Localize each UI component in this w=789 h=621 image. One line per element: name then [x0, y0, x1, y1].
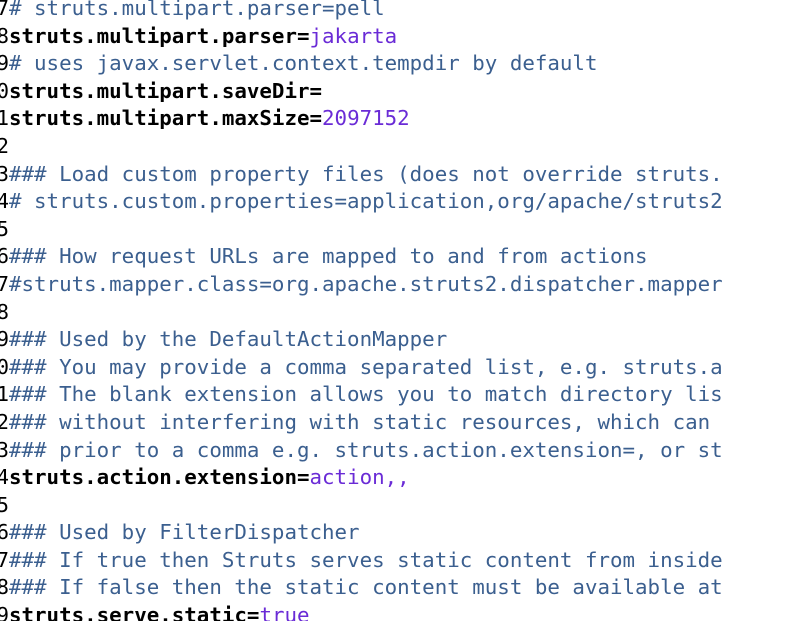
line-number: 2	[0, 409, 9, 434]
code-line[interactable]: 6 ### How request URLs are mapped to and …	[0, 243, 723, 271]
property-key: struts.serve.static	[9, 603, 247, 621]
line-content: struts.multipart.maxSize=2097152	[9, 105, 410, 133]
line-number: 3	[0, 437, 9, 462]
line-number: 9	[0, 603, 9, 621]
code-lines: 7 # struts.multipart.parser=pell 8 struts.m…	[0, 0, 723, 621]
line-content: struts.action.extension=action,,	[9, 464, 410, 492]
code-line[interactable]: 6 ### Used by FilterDispatcher	[0, 519, 723, 547]
equals-sign: =	[309, 106, 323, 131]
code-line[interactable]: 5	[0, 492, 723, 520]
code-line[interactable]: 3 ### Load custom property files (does no…	[0, 161, 723, 189]
comment-text: ### How request URLs are mapped to and f…	[9, 244, 648, 269]
line-content: struts.multipart.parser=jakarta	[9, 23, 397, 51]
code-line[interactable]: 7 #struts.mapper.class=org.apache.struts2…	[0, 271, 723, 299]
line-number: 9	[0, 327, 9, 352]
line-number: 7	[0, 271, 9, 296]
code-line[interactable]: 1 struts.multipart.maxSize=2097152	[0, 105, 723, 133]
line-content: ### without interfering with static reso…	[9, 409, 723, 437]
property-value: 2097152	[322, 106, 410, 131]
code-line[interactable]: 0 ### You may provide a comma separated l…	[0, 354, 723, 382]
line-number: 7	[0, 0, 9, 20]
comment-text: ### Load custom property files (does not…	[9, 161, 723, 186]
comment-text: ### without interfering with static reso…	[9, 409, 723, 434]
line-number: 0	[0, 78, 9, 103]
line-content: #struts.mapper.class=org.apache.struts2.…	[9, 271, 723, 299]
code-line[interactable]: 8 ### If false then the static content mu…	[0, 574, 723, 602]
line-number: 8	[0, 299, 9, 324]
code-line[interactable]: 7 # struts.multipart.parser=pell	[0, 0, 723, 23]
code-line[interactable]: 7 ### If true then Struts serves static c…	[0, 547, 723, 575]
comment-text: #struts.mapper.class=org.apache.struts2.…	[9, 271, 723, 296]
code-line[interactable]: 3 ### prior to a comma e.g. struts.action…	[0, 437, 723, 465]
line-number: 8	[0, 575, 9, 600]
line-content: ### prior to a comma e.g. struts.action.…	[9, 437, 723, 465]
line-number: 8	[0, 23, 9, 48]
code-line[interactable]: 2 ### without interfering with static res…	[0, 409, 723, 437]
property-value: action,,	[309, 465, 410, 490]
equals-sign: =	[246, 603, 260, 621]
line-number: 5	[0, 216, 9, 241]
property-value: true	[259, 603, 310, 621]
comment-text: ### Used by the DefaultActionMapper	[9, 327, 448, 352]
line-content: ### Load custom property files (does not…	[9, 161, 723, 189]
property-key: struts.multipart.maxSize	[9, 106, 310, 131]
line-content: struts.serve.static=true	[9, 602, 310, 621]
line-content: ### The blank extension allows you to ma…	[9, 381, 723, 409]
line-number: 1	[0, 106, 9, 131]
line-number: 0	[0, 354, 9, 379]
code-line[interactable]: 2	[0, 133, 723, 161]
code-line[interactable]: 4 # struts.custom.properties=application,…	[0, 188, 723, 216]
comment-text: ### You may provide a comma separated li…	[9, 354, 723, 379]
line-content: ### Used by FilterDispatcher	[9, 519, 360, 547]
comment-text: # struts.custom.properties=application,o…	[9, 189, 723, 214]
comment-text: ### The blank extension allows you to ma…	[9, 382, 723, 407]
line-number: 1	[0, 382, 9, 407]
code-line[interactable]: 9 ### Used by the DefaultActionMapper	[0, 326, 723, 354]
line-number: 4	[0, 189, 9, 214]
line-content: ### If false then the static content mus…	[9, 574, 723, 602]
line-content: ### You may provide a comma separated li…	[9, 354, 723, 382]
code-line[interactable]: 1 ### The blank extension allows you to m…	[0, 381, 723, 409]
code-line[interactable]: 8 struts.multipart.parser=jakarta	[0, 23, 723, 51]
line-content: ### How request URLs are mapped to and f…	[9, 243, 648, 271]
comment-text: # uses javax.servlet.context.tempdir by …	[9, 51, 598, 76]
line-content: # struts.custom.properties=application,o…	[9, 188, 723, 216]
comment-text: ### If true then Struts serves static co…	[9, 547, 723, 572]
line-content: struts.multipart.saveDir=	[9, 78, 322, 106]
property-key: struts.multipart.saveDir	[9, 78, 310, 103]
property-value: jakarta	[309, 23, 398, 48]
property-key: struts.action.extension	[9, 465, 297, 490]
code-line[interactable]: 9 struts.serve.static=true	[0, 602, 723, 621]
comment-text: ### prior to a comma e.g. struts.action.…	[9, 437, 723, 462]
line-number: 9	[0, 51, 9, 76]
line-content: # struts.multipart.parser=pell	[9, 0, 385, 23]
line-number: 4	[0, 465, 9, 490]
code-line[interactable]: 5	[0, 216, 723, 244]
line-number: 2	[0, 133, 9, 158]
comment-text: ### Used by FilterDispatcher	[9, 520, 360, 545]
code-line[interactable]: 8	[0, 299, 723, 327]
code-line[interactable]: 4 struts.action.extension=action,,	[0, 464, 723, 492]
line-content: ### Used by the DefaultActionMapper	[9, 326, 447, 354]
comment-text: ### If false then the static content mus…	[9, 575, 723, 600]
equals-sign: =	[309, 78, 323, 103]
comment-text: # struts.multipart.parser=pell	[9, 0, 385, 20]
line-number: 6	[0, 520, 9, 545]
text-editor[interactable]: 7 # struts.multipart.parser=pell 8 struts.m…	[0, 0, 789, 621]
equals-sign: =	[296, 465, 310, 490]
property-key: struts.multipart.parser	[9, 23, 297, 48]
line-content: # uses javax.servlet.context.tempdir by …	[9, 50, 597, 78]
code-line[interactable]: 9 # uses javax.servlet.context.tempdir by…	[0, 50, 723, 78]
line-number: 7	[0, 547, 9, 572]
code-line[interactable]: 0 struts.multipart.saveDir=	[0, 78, 723, 106]
equals-sign: =	[296, 23, 310, 48]
line-number: 6	[0, 244, 9, 269]
line-number: 5	[0, 492, 9, 517]
line-content: ### If true then Struts serves static co…	[9, 547, 723, 575]
line-number: 3	[0, 161, 9, 186]
